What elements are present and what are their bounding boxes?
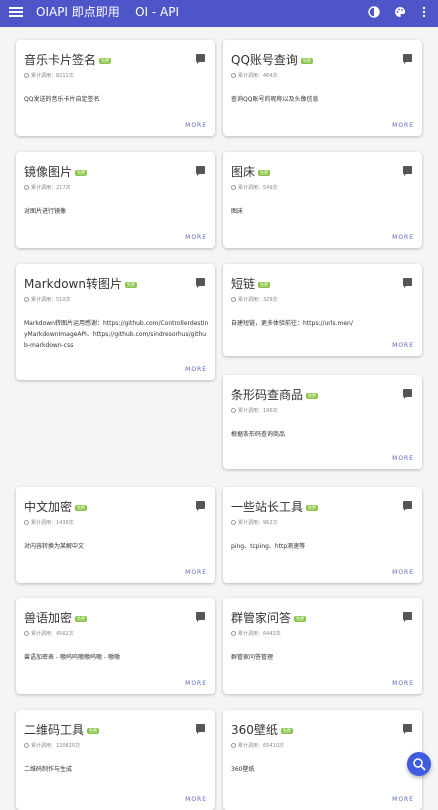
- call-count: 累计调用：196次: [231, 407, 278, 414]
- free-badge: 免费: [75, 504, 88, 511]
- call-count: 累计调用：65410次: [231, 742, 284, 749]
- card-title: 短链 免费: [231, 277, 271, 291]
- free-badge: 免费: [258, 281, 271, 288]
- card-description: ping、tcping、http测速等: [231, 543, 306, 550]
- comment-icon[interactable]: [403, 612, 412, 622]
- api-card[interactable]: 群管家问答 免费累计调用：6442次 群管家问答管理 MORE: [223, 598, 422, 694]
- card-description: QQ发送的音乐卡片自定签名: [24, 96, 100, 103]
- card-title: 群管家问答 免费: [231, 611, 307, 625]
- card-description: 兽语加密表 - 嗷呜呜嗷嗷呜嗷 - 嗷嗷: [24, 654, 120, 661]
- call-count: 累计调用：464次: [231, 72, 278, 79]
- brightness-icon[interactable]: [368, 6, 380, 18]
- api-card[interactable]: 音乐卡片签名 免费累计调用：8211次 QQ发送的音乐卡片自定签名 MORE: [16, 40, 215, 136]
- free-badge: 免费: [124, 281, 137, 288]
- palette-icon[interactable]: [394, 6, 406, 18]
- more-button[interactable]: MORE: [185, 569, 207, 576]
- card-title: 图床 免费: [231, 165, 271, 179]
- comment-icon[interactable]: [196, 278, 205, 288]
- comment-icon[interactable]: [403, 54, 412, 64]
- free-badge: 免费: [294, 615, 307, 622]
- card-title: Markdown转图片 免费: [24, 277, 137, 291]
- app-title: OIAPI 即点即用 OI - API: [36, 5, 179, 19]
- call-count: 累计调用：510次: [24, 296, 71, 303]
- card-description: 图床: [231, 208, 244, 215]
- more-button[interactable]: MORE: [392, 569, 414, 576]
- card-title: 条形码查商品 免费: [231, 388, 319, 402]
- comment-icon[interactable]: [196, 612, 205, 622]
- api-card[interactable]: 中文加密 免费累计调用：1439次对内容转换为某解中文 MORE: [16, 487, 215, 583]
- api-card[interactable]: 图床 免费累计调用：549次 图床 MORE: [223, 152, 422, 248]
- api-card[interactable]: 360壁纸 免费 累计调用：65410次 360壁纸 MORE: [223, 710, 422, 810]
- call-count: 累计调用：549次: [231, 184, 278, 191]
- card-title: 中文加密 免费: [24, 500, 88, 514]
- card-title: QQ账号查询 免费: [231, 53, 313, 67]
- api-card[interactable]: 条形码查商品 免费累计调用：196次根据条形码查询商品 MORE: [223, 375, 422, 469]
- api-card[interactable]: QQ账号查询 免费累计调用：464次查询QQ账号的昵称以及头像信息 MORE: [223, 40, 422, 136]
- free-badge: 免费: [99, 57, 112, 64]
- free-badge: 免费: [75, 615, 88, 622]
- call-count: 累计调用：329次: [231, 296, 278, 303]
- card-description: 根据条形码查询商品: [231, 431, 286, 438]
- api-card[interactable]: 短链 免费累计调用：329次自建短链，更多体验前往：https://urls.me…: [223, 264, 422, 356]
- card-description: 对图片进行镜像: [24, 208, 67, 215]
- more-button[interactable]: MORE: [392, 234, 414, 241]
- call-count: 累计调用：6442次: [231, 630, 281, 637]
- card-title: 音乐卡片签名 免费: [24, 53, 112, 67]
- app-subtitle: OI - API: [135, 5, 179, 19]
- api-card[interactable]: 兽语加密 免费累计调用：4562次兽语加密表 - 嗷呜呜嗷嗷呜嗷 - 嗷嗷 MORE: [16, 598, 215, 694]
- comment-icon[interactable]: [196, 166, 205, 176]
- card-description: 对内容转换为某解中文: [24, 543, 85, 550]
- call-count: 累计调用：217次: [24, 184, 71, 191]
- comment-icon[interactable]: [196, 501, 205, 511]
- comment-icon[interactable]: [403, 724, 412, 734]
- call-count: 累计调用：8211次: [24, 72, 74, 79]
- card-title: 一些站长工具 免费: [231, 500, 319, 514]
- comment-icon[interactable]: [196, 724, 205, 734]
- card-description: 自建短链，更多体验前往：https://urls.men/: [231, 320, 353, 327]
- card-title: 兽语加密 免费: [24, 611, 88, 625]
- free-badge: 免费: [280, 727, 293, 734]
- comment-icon[interactable]: [403, 166, 412, 176]
- api-card[interactable]: Markdown转图片 免费累计调用：510次 Markdown转图片运用感谢：ht…: [16, 264, 215, 380]
- search-fab[interactable]: [407, 752, 431, 776]
- call-count: 累计调用：1439次: [24, 519, 74, 526]
- api-card[interactable]: 一些站长工具 免费累计调用：962次 ping、tcping、http测速等 MORE: [223, 487, 422, 583]
- more-button[interactable]: MORE: [392, 342, 414, 349]
- more-button[interactable]: MORE: [185, 680, 207, 687]
- free-badge: 免费: [87, 727, 100, 734]
- free-badge: 免费: [306, 504, 319, 511]
- more-button[interactable]: MORE: [392, 455, 414, 462]
- comment-icon[interactable]: [403, 501, 412, 511]
- card-title: 镜像图片 免费: [24, 165, 88, 179]
- card-description: 群管家问答管理: [231, 654, 274, 661]
- card-description: 二维码制作与生成: [24, 766, 73, 773]
- api-card[interactable]: 二维码工具 免费 累计调用：120810次 二维码制作与生成 MORE: [16, 710, 215, 810]
- menu-icon[interactable]: [9, 5, 23, 19]
- call-count: 累计调用：962次: [231, 519, 278, 526]
- call-count: 累计调用：4562次: [24, 630, 74, 637]
- free-badge: 免费: [306, 392, 319, 399]
- free-badge: 免费: [300, 57, 313, 64]
- more-button[interactable]: MORE: [185, 122, 207, 129]
- free-badge: 免费: [75, 169, 88, 176]
- call-count: 累计调用：120810次: [24, 742, 80, 749]
- app-bar: OIAPI 即点即用 OI - API: [0, 0, 438, 27]
- more-button[interactable]: MORE: [392, 680, 414, 687]
- more-vert-icon[interactable]: [418, 6, 430, 18]
- api-card[interactable]: 镜像图片 免费累计调用：217次 对图片进行镜像 MORE: [16, 152, 215, 248]
- card-description: 360壁纸: [231, 766, 255, 773]
- search-icon: [413, 758, 426, 771]
- card-description: 查询QQ账号的昵称以及头像信息: [231, 96, 319, 103]
- comment-icon[interactable]: [403, 278, 412, 288]
- card-title: 360壁纸 免费: [231, 723, 293, 737]
- comment-icon[interactable]: [403, 389, 412, 399]
- card-title: 二维码工具 免费: [24, 723, 100, 737]
- card-description: Markdown转图片运用感谢：https://github.com/Contr…: [24, 320, 209, 349]
- comment-icon[interactable]: [196, 54, 205, 64]
- more-button[interactable]: MORE: [185, 234, 207, 241]
- more-button[interactable]: MORE: [392, 122, 414, 129]
- more-button[interactable]: MORE: [185, 366, 207, 373]
- free-badge: 免费: [258, 169, 271, 176]
